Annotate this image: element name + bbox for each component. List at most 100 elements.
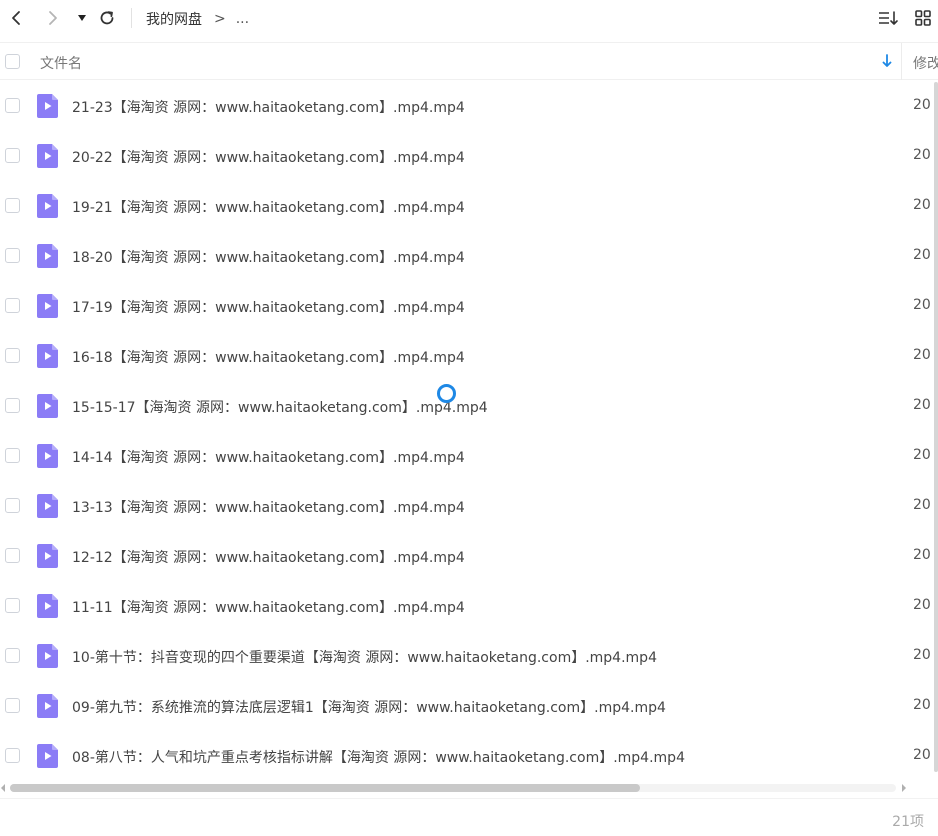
- toolbar-divider: [131, 8, 132, 28]
- file-list: 21-23【海淘资 源网：www.haitaoketang.com】.mp4.m…: [0, 81, 938, 781]
- file-name: 14-14【海淘资 源网：www.haitaoketang.com】.mp4.m…: [72, 450, 465, 466]
- row-checkbox[interactable]: [5, 448, 20, 463]
- file-name: 12-12【海淘资 源网：www.haitaoketang.com】.mp4.m…: [72, 550, 465, 566]
- column-divider[interactable]: [901, 43, 902, 80]
- video-file-icon: [37, 494, 58, 518]
- scroll-thumb[interactable]: [10, 784, 640, 792]
- vertical-scrollbar[interactable]: [934, 82, 938, 772]
- video-file-icon: [37, 394, 58, 418]
- scroll-right-icon[interactable]: [901, 783, 907, 793]
- file-modified-date: 20: [913, 97, 931, 113]
- row-checkbox[interactable]: [5, 748, 20, 763]
- list-header: 文件名 修改: [0, 42, 938, 80]
- file-modified-date: 20: [913, 197, 931, 213]
- row-checkbox[interactable]: [5, 698, 20, 713]
- video-file-icon: [37, 594, 58, 618]
- file-row[interactable]: 16-18【海淘资 源网：www.haitaoketang.com】.mp4.m…: [0, 331, 938, 381]
- file-row[interactable]: 19-21【海淘资 源网：www.haitaoketang.com】.mp4.m…: [0, 181, 938, 231]
- file-modified-date: 20: [913, 647, 931, 663]
- file-row[interactable]: 11-11【海淘资 源网：www.haitaoketang.com】.mp4.m…: [0, 581, 938, 631]
- grid-view-icon: [915, 10, 931, 26]
- video-file-icon: [37, 194, 58, 218]
- row-checkbox[interactable]: [5, 548, 20, 563]
- video-file-icon: [37, 644, 58, 668]
- breadcrumb: 我的网盘 > ...: [146, 9, 249, 29]
- breadcrumb-more[interactable]: ...: [236, 11, 249, 27]
- file-row[interactable]: 08-第八节：人气和坑产重点考核指标讲解【海淘资 源网：www.haitaoke…: [0, 731, 938, 781]
- file-name: 16-18【海淘资 源网：www.haitaoketang.com】.mp4.m…: [72, 350, 465, 366]
- video-file-icon: [37, 94, 58, 118]
- video-file-icon: [37, 144, 58, 168]
- back-button[interactable]: [5, 7, 27, 29]
- row-checkbox[interactable]: [5, 648, 20, 663]
- file-name: 18-20【海淘资 源网：www.haitaoketang.com】.mp4.m…: [72, 250, 465, 266]
- file-row[interactable]: 15-15-17【海淘资 源网：www.haitaoketang.com】.mp…: [0, 381, 938, 431]
- file-name: 13-13【海淘资 源网：www.haitaoketang.com】.mp4.m…: [72, 500, 465, 516]
- row-checkbox[interactable]: [5, 348, 20, 363]
- row-checkbox[interactable]: [5, 598, 20, 613]
- file-row[interactable]: 12-12【海淘资 源网：www.haitaoketang.com】.mp4.m…: [0, 531, 938, 581]
- toolbar: 我的网盘 > ...: [0, 0, 938, 38]
- file-modified-date: 20: [913, 297, 931, 313]
- chevron-right-icon: [49, 11, 57, 25]
- file-modified-date: 20: [913, 147, 931, 163]
- caret-down-icon: [78, 15, 86, 21]
- file-modified-date: 20: [913, 497, 931, 513]
- item-count: 21项: [892, 814, 924, 830]
- file-row[interactable]: 20-22【海淘资 源网：www.haitaoketang.com】.mp4.m…: [0, 131, 938, 181]
- breadcrumb-root[interactable]: 我的网盘: [146, 9, 202, 29]
- column-header-name[interactable]: 文件名: [40, 53, 82, 73]
- file-row[interactable]: 21-23【海淘资 源网：www.haitaoketang.com】.mp4.m…: [0, 81, 938, 131]
- scroll-left-icon[interactable]: [0, 783, 6, 793]
- video-file-icon: [37, 694, 58, 718]
- file-row[interactable]: 17-19【海淘资 源网：www.haitaoketang.com】.mp4.m…: [0, 281, 938, 331]
- file-name: 17-19【海淘资 源网：www.haitaoketang.com】.mp4.m…: [72, 300, 465, 316]
- video-file-icon: [37, 344, 58, 368]
- video-file-icon: [37, 744, 58, 768]
- refresh-button[interactable]: [96, 7, 118, 29]
- file-modified-date: 20: [913, 397, 931, 413]
- file-row[interactable]: 09-第九节：系统推流的算法底层逻辑1【海淘资 源网：www.haitaoket…: [0, 681, 938, 731]
- breadcrumb-separator: >: [214, 11, 226, 27]
- sort-button[interactable]: [877, 7, 899, 29]
- history-dropdown-button[interactable]: [71, 7, 93, 29]
- refresh-icon: [100, 11, 114, 25]
- file-name: 20-22【海淘资 源网：www.haitaoketang.com】.mp4.m…: [72, 150, 465, 166]
- file-row[interactable]: 10-第十节：抖音变现的四个重要渠道【海淘资 源网：www.haitaoketa…: [0, 631, 938, 681]
- video-file-icon: [37, 294, 58, 318]
- horizontal-scrollbar[interactable]: [0, 781, 938, 795]
- video-file-icon: [37, 444, 58, 468]
- file-name: 10-第十节：抖音变现的四个重要渠道【海淘资 源网：www.haitaoketa…: [72, 650, 657, 666]
- column-header-modified[interactable]: 修改: [913, 53, 938, 73]
- row-checkbox[interactable]: [5, 148, 20, 163]
- file-name: 08-第八节：人气和坑产重点考核指标讲解【海淘资 源网：www.haitaoke…: [72, 750, 685, 766]
- row-checkbox[interactable]: [5, 248, 20, 263]
- file-modified-date: 20: [913, 447, 931, 463]
- sort-icon: [879, 11, 898, 25]
- footer-divider: [0, 798, 938, 799]
- file-modified-date: 20: [913, 747, 931, 763]
- row-checkbox[interactable]: [5, 198, 20, 213]
- file-modified-date: 20: [913, 547, 931, 563]
- row-checkbox[interactable]: [5, 298, 20, 313]
- row-checkbox[interactable]: [5, 98, 20, 113]
- file-name: 11-11【海淘资 源网：www.haitaoketang.com】.mp4.m…: [72, 600, 465, 616]
- file-row[interactable]: 13-13【海淘资 源网：www.haitaoketang.com】.mp4.m…: [0, 481, 938, 531]
- file-row[interactable]: 18-20【海淘资 源网：www.haitaoketang.com】.mp4.m…: [0, 231, 938, 281]
- forward-button[interactable]: [42, 7, 64, 29]
- file-modified-date: 20: [913, 697, 931, 713]
- file-name: 15-15-17【海淘资 源网：www.haitaoketang.com】.mp…: [72, 400, 488, 416]
- video-file-icon: [37, 544, 58, 568]
- file-name: 19-21【海淘资 源网：www.haitaoketang.com】.mp4.m…: [72, 200, 465, 216]
- row-checkbox[interactable]: [5, 398, 20, 413]
- file-modified-date: 20: [913, 597, 931, 613]
- file-modified-date: 20: [913, 247, 931, 263]
- sort-descending-icon[interactable]: [882, 54, 892, 68]
- file-browser-window: 我的网盘 > ... 文件名 修改 21-23【海淘资 源网：www.haita…: [0, 0, 938, 836]
- grid-view-button[interactable]: [912, 7, 934, 29]
- row-checkbox[interactable]: [5, 498, 20, 513]
- file-modified-date: 20: [913, 347, 931, 363]
- select-all-checkbox[interactable]: [5, 54, 20, 69]
- file-row[interactable]: 14-14【海淘资 源网：www.haitaoketang.com】.mp4.m…: [0, 431, 938, 481]
- file-name: 21-23【海淘资 源网：www.haitaoketang.com】.mp4.m…: [72, 100, 465, 116]
